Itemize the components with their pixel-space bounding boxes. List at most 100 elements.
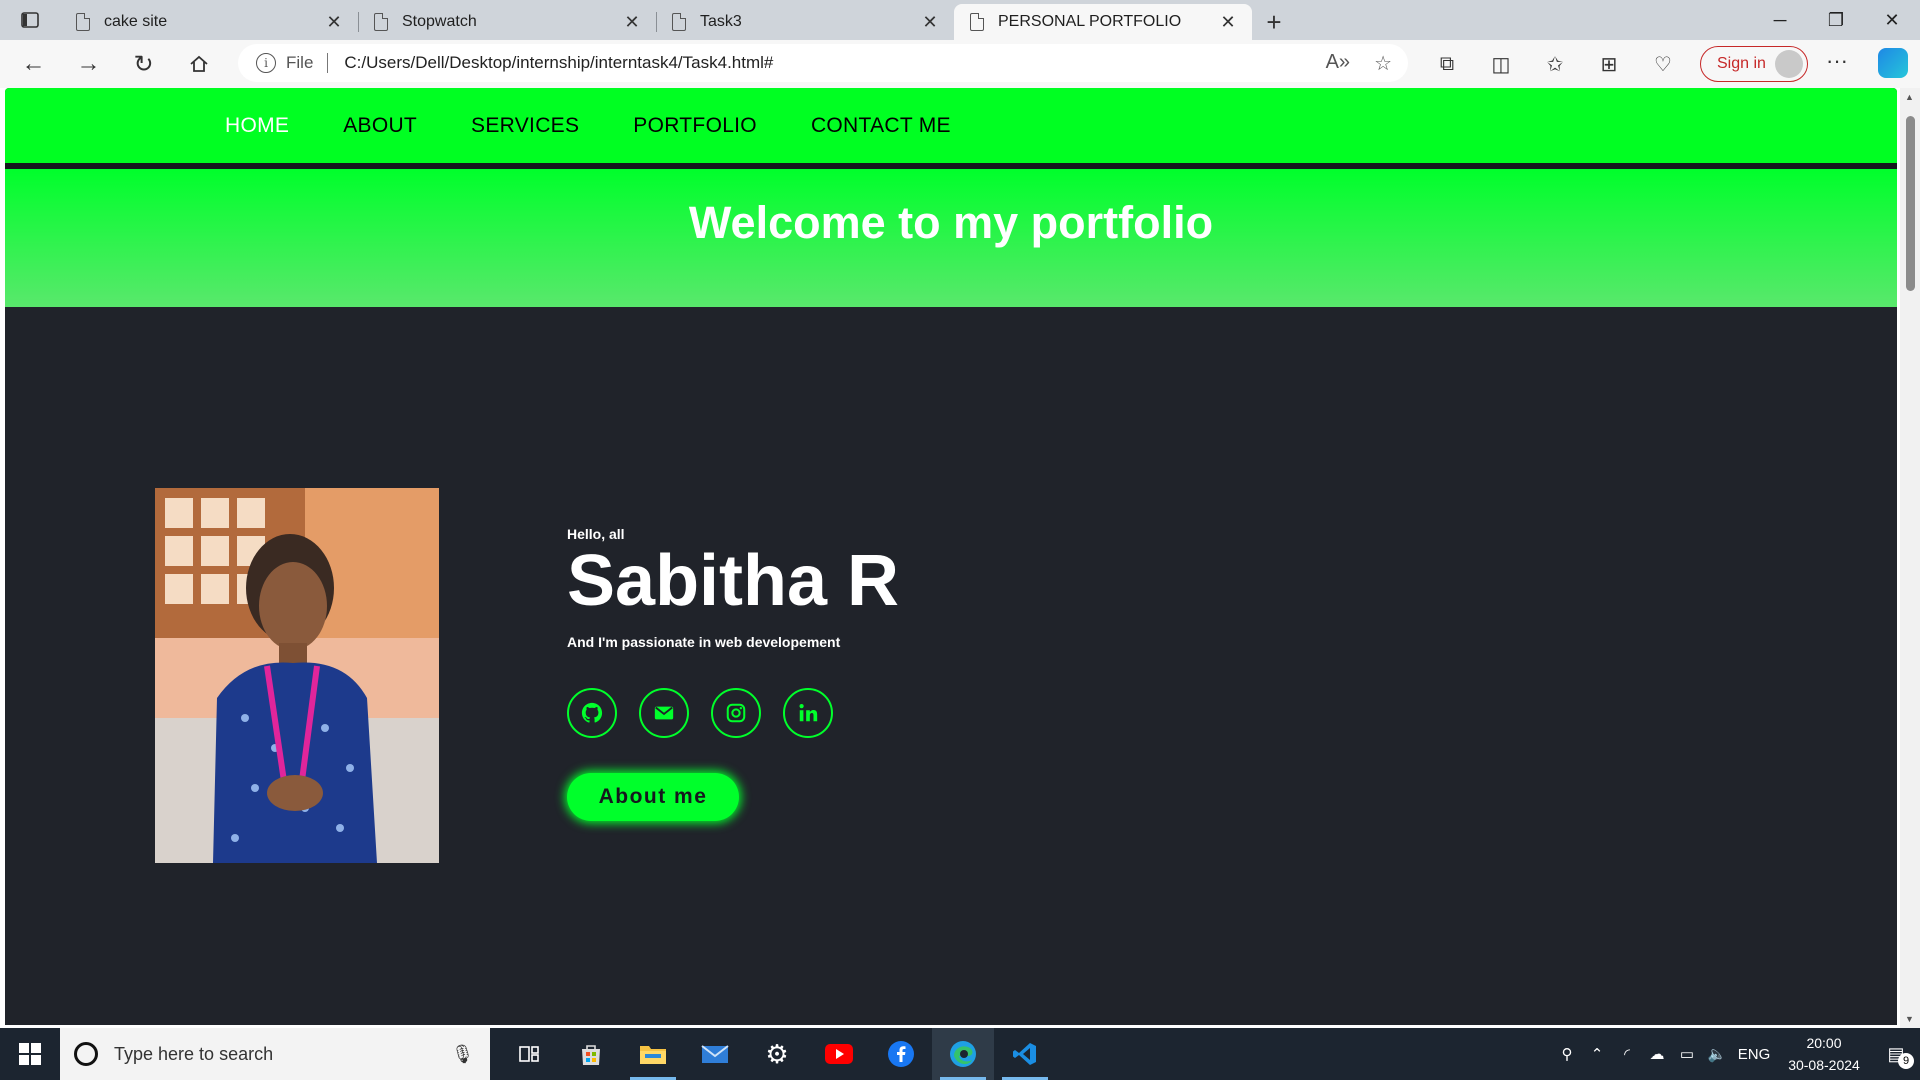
- page-icon: [672, 13, 686, 31]
- close-icon[interactable]: ✕: [1218, 12, 1238, 33]
- mail-app[interactable]: [684, 1028, 746, 1080]
- address-bar[interactable]: i File C:/Users/Dell/Desktop/internship/…: [238, 44, 1408, 82]
- tab-actions-icon: [21, 12, 39, 28]
- instagram-icon: [726, 703, 746, 723]
- new-tab-button[interactable]: +: [1252, 4, 1296, 40]
- url-text[interactable]: C:/Users/Dell/Desktop/internship/internt…: [344, 53, 773, 73]
- settings-app[interactable]: ⚙: [746, 1028, 808, 1080]
- volume-icon[interactable]: 🔈: [1702, 1045, 1732, 1063]
- github-link[interactable]: [567, 688, 617, 738]
- arrow-right-icon: →: [76, 50, 101, 77]
- chevron-up-icon[interactable]: ⌃: [1582, 1045, 1612, 1063]
- youtube-app[interactable]: [808, 1028, 870, 1080]
- close-icon[interactable]: ✕: [920, 12, 940, 33]
- clock-date: 30-08-2024: [1788, 1057, 1860, 1073]
- profile-photo: [155, 488, 439, 863]
- vscode-app[interactable]: [994, 1028, 1056, 1080]
- favorites-icon[interactable]: ✩: [1528, 52, 1582, 77]
- sign-in-button[interactable]: Sign in: [1700, 46, 1808, 82]
- notification-center-button[interactable]: ▤ 9: [1872, 1044, 1920, 1069]
- home-icon: [189, 55, 208, 72]
- edge-app[interactable]: [932, 1028, 994, 1080]
- arrow-left-icon: ←: [21, 50, 46, 77]
- start-button[interactable]: [0, 1028, 60, 1080]
- email-link[interactable]: [639, 688, 689, 738]
- browser-toolbar: ← → ↻ i File C:/Users/Dell/Desktop/inter…: [0, 40, 1920, 88]
- split-screen-icon[interactable]: ◫: [1474, 52, 1528, 77]
- facebook-icon: [888, 1041, 914, 1067]
- plus-icon: +: [1266, 6, 1282, 37]
- about-me-button[interactable]: About me: [567, 773, 739, 821]
- page-icon: [76, 13, 90, 31]
- more-menu-icon[interactable]: ···: [1826, 48, 1848, 74]
- scrollbar-thumb[interactable]: [1906, 116, 1915, 291]
- language-indicator[interactable]: ENG: [1732, 1046, 1776, 1063]
- nav-about[interactable]: ABOUT: [343, 114, 417, 138]
- collections-icon[interactable]: ⊞: [1582, 52, 1636, 77]
- owner-name: Sabitha R: [567, 541, 900, 621]
- copilot-icon[interactable]: [1878, 48, 1908, 78]
- search-icon: [74, 1042, 98, 1066]
- mail-icon: [654, 706, 674, 720]
- onedrive-icon[interactable]: ☁: [1642, 1045, 1672, 1063]
- search-placeholder: Type here to search: [114, 1043, 274, 1064]
- close-window-button[interactable]: ✕: [1864, 0, 1920, 40]
- toolbar-icons: ⧉ ◫ ✩ ⊞ ♡: [1420, 44, 1690, 84]
- extensions-icon[interactable]: ⧉: [1420, 53, 1474, 76]
- page-scrollbar[interactable]: ▲ ▼: [1900, 88, 1920, 1028]
- scroll-down-icon[interactable]: ▼: [1905, 1014, 1914, 1024]
- tab-label: PERSONAL PORTFOLIO: [998, 13, 1182, 30]
- wifi-icon[interactable]: ◜: [1612, 1045, 1642, 1063]
- task-view-icon: [519, 1046, 539, 1062]
- window-controls: ─ ❐ ✕: [1752, 0, 1920, 40]
- tab-task3[interactable]: Task3 ✕: [656, 4, 954, 40]
- social-links: [567, 688, 833, 738]
- browser-essentials-icon[interactable]: ♡: [1636, 52, 1690, 77]
- omnibox-actions: A» ☆: [1326, 51, 1392, 76]
- clock[interactable]: 20:00 30-08-2024: [1776, 1032, 1872, 1076]
- close-icon[interactable]: ✕: [622, 12, 642, 33]
- facebook-app[interactable]: [870, 1028, 932, 1080]
- back-button[interactable]: ←: [6, 44, 61, 84]
- tab-personal-portfolio[interactable]: PERSONAL PORTFOLIO ✕: [954, 4, 1252, 40]
- tab-stopwatch[interactable]: Stopwatch ✕: [358, 4, 656, 40]
- people-icon[interactable]: ⚲: [1552, 1045, 1582, 1063]
- read-aloud-icon[interactable]: A»: [1326, 51, 1350, 76]
- tab-cake-site[interactable]: cake site ✕: [60, 4, 358, 40]
- tab-strip: cake site ✕ Stopwatch ✕ Task3 ✕ PERSONAL…: [0, 0, 1920, 40]
- restore-button[interactable]: ❐: [1808, 0, 1864, 40]
- sign-in-label: Sign in: [1717, 55, 1766, 72]
- folder-icon: [640, 1046, 666, 1064]
- nav-contact-me[interactable]: CONTACT ME: [811, 114, 951, 138]
- scroll-up-icon[interactable]: ▲: [1905, 92, 1914, 102]
- instagram-link[interactable]: [711, 688, 761, 738]
- gear-icon: ⚙: [765, 1038, 789, 1069]
- info-icon[interactable]: i: [256, 53, 276, 73]
- microphone-icon[interactable]: 🎙: [451, 1044, 474, 1065]
- taskbar-search[interactable]: Type here to search 🎙: [60, 1028, 490, 1080]
- divider: [327, 53, 329, 73]
- task-view-button[interactable]: [498, 1028, 560, 1080]
- file-explorer-app[interactable]: [622, 1028, 684, 1080]
- refresh-button[interactable]: ↻: [116, 44, 171, 84]
- battery-icon[interactable]: ▭: [1672, 1045, 1702, 1063]
- nav-home[interactable]: HOME: [225, 114, 289, 138]
- nav-portfolio[interactable]: PORTFOLIO: [633, 114, 757, 138]
- favorite-star-icon[interactable]: ☆: [1374, 51, 1392, 76]
- github-icon: [581, 702, 603, 723]
- browser-viewport: HOME ABOUT SERVICES PORTFOLIO CONTACT ME…: [0, 88, 1920, 1028]
- forward-button[interactable]: →: [61, 44, 116, 84]
- nav-services[interactable]: SERVICES: [471, 114, 579, 138]
- tab-label: Stopwatch: [402, 13, 477, 30]
- linkedin-link[interactable]: [783, 688, 833, 738]
- site-navbar: HOME ABOUT SERVICES PORTFOLIO CONTACT ME: [5, 88, 1897, 163]
- minimize-button[interactable]: ─: [1752, 0, 1808, 40]
- home-button[interactable]: [171, 44, 226, 84]
- store-icon: [582, 1045, 600, 1065]
- store-app[interactable]: [560, 1028, 622, 1080]
- hero-banner: Welcome to my portfolio: [5, 169, 1897, 307]
- mail-app-icon: [701, 1045, 729, 1063]
- close-icon[interactable]: ✕: [324, 12, 344, 33]
- tab-actions-button[interactable]: [0, 0, 60, 40]
- notification-badge: 9: [1898, 1052, 1914, 1069]
